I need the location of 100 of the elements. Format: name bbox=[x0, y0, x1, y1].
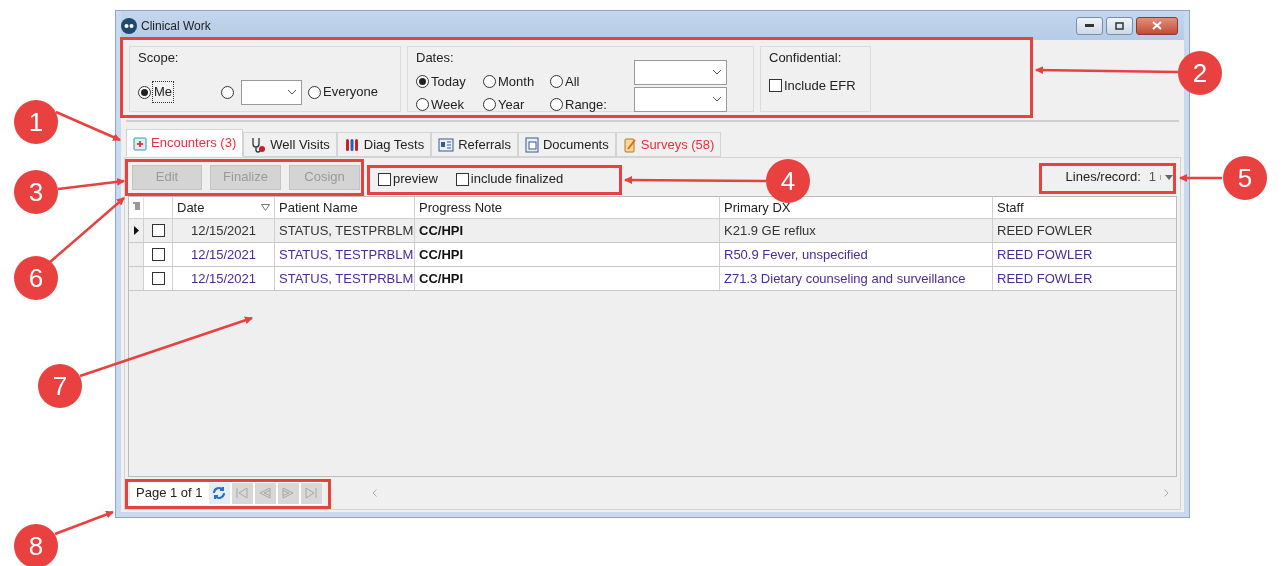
pager-button[interactable] bbox=[208, 482, 230, 504]
table-cell: STATUS, TESTPRBLM bbox=[274, 267, 414, 290]
column-header[interactable]: Date bbox=[172, 197, 274, 218]
checkbox[interactable] bbox=[769, 78, 782, 92]
window-title: Clinical Work bbox=[141, 17, 211, 35]
dropdown-field[interactable] bbox=[241, 79, 303, 105]
radio-button[interactable] bbox=[483, 98, 496, 112]
column-header[interactable]: Progress Note bbox=[414, 197, 719, 218]
tab[interactable]: Surveys (58) bbox=[615, 132, 722, 157]
table-cell: STATUS, TESTPRBLM bbox=[274, 219, 414, 242]
lines-record-label: Lines/record: bbox=[1065, 168, 1141, 187]
callout-number: 7 bbox=[38, 364, 82, 408]
previous-icon bbox=[257, 485, 273, 501]
checkbox[interactable] bbox=[151, 248, 165, 261]
table-cell: CC/HPI bbox=[414, 219, 719, 242]
table-cell: 12/15/2021 bbox=[172, 243, 274, 266]
radio-button[interactable] bbox=[138, 85, 151, 99]
callout-number: 6 bbox=[14, 256, 58, 300]
row-header-cell[interactable] bbox=[129, 267, 143, 290]
minimize-button[interactable] bbox=[1076, 16, 1103, 35]
table-cell: REED FOWLER bbox=[992, 219, 1176, 242]
radio-label: Everyone bbox=[322, 83, 379, 102]
group-label: Dates: bbox=[416, 49, 455, 67]
table-cell: Z71.3 Dietary counseling and surveillance bbox=[719, 267, 992, 290]
table-row[interactable]: 12/15/2021 STATUS, TESTPRBLM CC/HPI Z71.3 Dietary counseling and surveillance REED FOWLER bbox=[129, 267, 1176, 291]
table-cell: 12/15/2021 bbox=[172, 219, 274, 242]
table-cell: CC/HPI bbox=[414, 243, 719, 266]
table-row[interactable]: 12/15/2021 STATUS, TESTPRBLM CC/HPI R50.9 Fever, unspecified REED FOWLER bbox=[129, 243, 1176, 267]
tab[interactable]: Documents bbox=[517, 132, 616, 157]
checkbox[interactable] bbox=[378, 172, 391, 186]
radio-button[interactable] bbox=[416, 98, 429, 112]
tab[interactable]: Referrals bbox=[431, 132, 518, 157]
radio-label: Me bbox=[152, 81, 175, 103]
radio-button[interactable] bbox=[550, 98, 563, 112]
tab[interactable]: Diag Tests bbox=[336, 132, 432, 157]
column-header[interactable]: Patient Name bbox=[274, 197, 414, 218]
minimize-icon bbox=[1085, 23, 1094, 28]
caret-down-icon bbox=[1165, 174, 1173, 180]
tab[interactable]: Well Visits bbox=[243, 132, 337, 157]
dropdown-field[interactable] bbox=[634, 59, 727, 85]
callout-number: 2 bbox=[1178, 51, 1222, 95]
table-cell: STATUS, TESTPRBLM bbox=[274, 243, 414, 266]
table-cell: REED FOWLER bbox=[992, 243, 1176, 266]
table-row[interactable]: 12/15/2021 STATUS, TESTPRBLM CC/HPI K21.9 GE reflux REED FOWLER bbox=[129, 219, 1176, 243]
lines-record-dropdown[interactable]: 1 bbox=[1148, 167, 1173, 187]
clipboard-pencil-icon bbox=[622, 136, 637, 153]
chevron-down-icon bbox=[287, 89, 298, 95]
close-icon bbox=[1152, 21, 1162, 30]
radio-label: Year bbox=[498, 96, 525, 114]
skip-first-icon bbox=[234, 485, 250, 501]
id-card-icon bbox=[438, 137, 455, 152]
current-row-icon bbox=[133, 226, 139, 235]
maximize-icon bbox=[1115, 21, 1124, 30]
test-tubes-icon bbox=[343, 136, 360, 153]
callout-arrow bbox=[57, 177, 125, 191]
callout-number: 1 bbox=[14, 100, 58, 144]
tab[interactable]: Encounters (3) bbox=[126, 129, 244, 157]
chevron-down-icon bbox=[712, 96, 722, 102]
table-cell: CC/HPI bbox=[414, 267, 719, 290]
checkbox-label: preview bbox=[393, 170, 438, 189]
maximize-button[interactable] bbox=[1106, 16, 1133, 35]
checkbox[interactable] bbox=[151, 224, 165, 237]
callout-arrow bbox=[55, 110, 121, 142]
stethoscope-icon bbox=[250, 136, 267, 153]
radio-label: All bbox=[565, 72, 580, 91]
radio-button[interactable] bbox=[308, 85, 322, 99]
column-header[interactable]: Staff bbox=[992, 197, 1176, 218]
checkbox[interactable] bbox=[151, 272, 165, 285]
table-cell: REED FOWLER bbox=[992, 267, 1176, 290]
checkbox[interactable] bbox=[455, 172, 469, 186]
radio-label: Week bbox=[431, 96, 464, 114]
next-icon bbox=[280, 485, 296, 501]
radio-button[interactable] bbox=[550, 74, 563, 88]
medical-kit-icon bbox=[133, 135, 147, 151]
radio-button[interactable] bbox=[416, 74, 429, 88]
close-button[interactable] bbox=[1136, 16, 1178, 35]
radio-label: Range: bbox=[565, 96, 607, 114]
callout-arrow bbox=[1179, 174, 1222, 182]
page-indicator: Page 1 of 1 bbox=[136, 484, 203, 503]
table-cell: 12/15/2021 bbox=[172, 267, 274, 290]
sort-icon bbox=[261, 204, 270, 211]
row-header-cell[interactable] bbox=[129, 243, 143, 266]
group-label: Confidential: bbox=[769, 49, 843, 67]
checkbox-label: include finalized bbox=[470, 170, 564, 189]
table-cell: R50.9 Fever, unspecified bbox=[719, 243, 992, 266]
radio-label: Today bbox=[431, 72, 466, 91]
callout-number: 5 bbox=[1223, 156, 1267, 200]
radio-button[interactable] bbox=[221, 85, 235, 99]
refresh-icon bbox=[211, 485, 227, 501]
callout-number: 8 bbox=[14, 524, 58, 566]
group-label: Scope: bbox=[138, 49, 180, 67]
scroll-right-icon bbox=[1164, 489, 1169, 497]
scroll-left-icon bbox=[371, 489, 377, 497]
checkbox-label: Include EFR bbox=[784, 76, 856, 95]
table-cell: K21.9 GE reflux bbox=[719, 219, 992, 242]
dropdown-field[interactable] bbox=[634, 86, 727, 112]
radio-label: Month bbox=[498, 72, 535, 91]
callout-arrow bbox=[54, 510, 114, 536]
callout-number: 3 bbox=[14, 170, 58, 214]
radio-button[interactable] bbox=[483, 74, 496, 88]
